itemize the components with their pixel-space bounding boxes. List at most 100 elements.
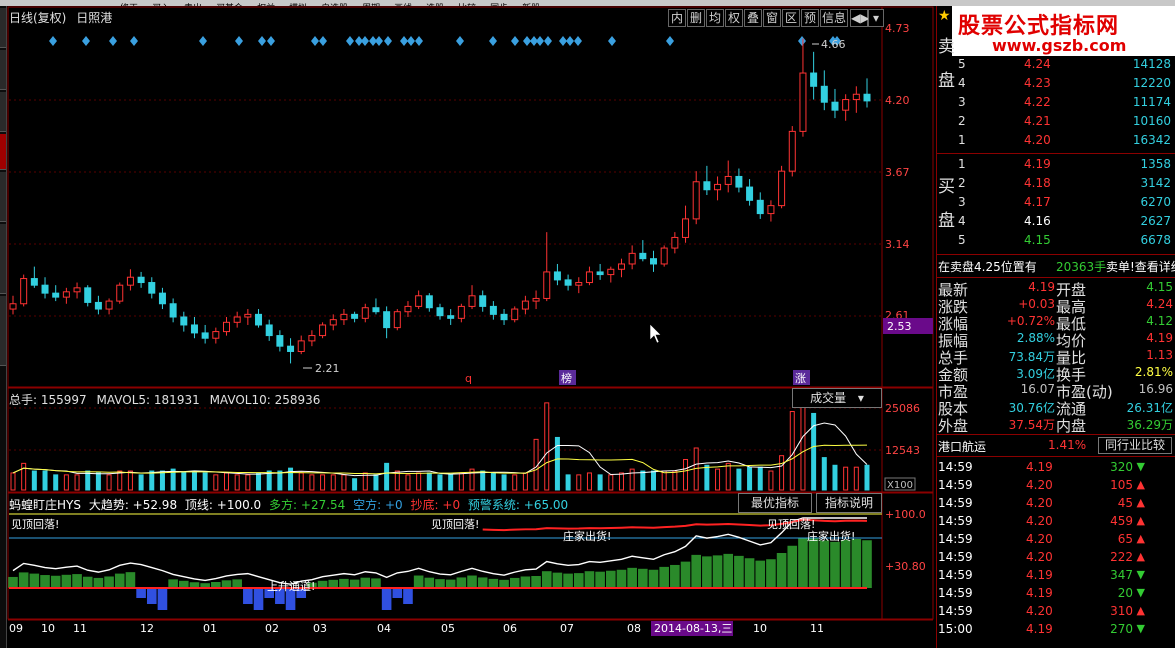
order-alert[interactable]: 在卖盘4.25位置有 20363手 卖单!查看详细 bbox=[936, 256, 1175, 275]
volume-bar bbox=[95, 472, 101, 491]
indicator-legend: 蚂蝗盯庄HYS 大趋势: +52.98 顶线: +100.0 多方: +27.5… bbox=[9, 496, 568, 513]
volume-bar bbox=[661, 470, 667, 491]
tick-time: 14:59 bbox=[938, 586, 973, 600]
strip-tab-4[interactable] bbox=[0, 172, 6, 222]
signal-diamond bbox=[384, 36, 392, 46]
marker-zhang: 涨 bbox=[795, 372, 806, 385]
toolbar-nav-icon[interactable]: ◀▶ bbox=[850, 9, 869, 27]
bid-level[interactable]: 5 4.15 6678 bbox=[936, 231, 1175, 250]
signal-diamond bbox=[523, 36, 531, 46]
date-label: 08 bbox=[627, 622, 641, 635]
date-label: 07 bbox=[560, 622, 574, 635]
price-axis: 4.73 4.20 3.67 3.14 2.61 bbox=[885, 22, 910, 322]
toolbar-button[interactable]: 预 bbox=[801, 9, 819, 27]
toolbar-button[interactable]: 删 bbox=[687, 9, 705, 27]
stats-divider bbox=[936, 277, 1175, 278]
left-tab-strip bbox=[0, 6, 7, 648]
signal-diamond bbox=[258, 36, 266, 46]
candle-body bbox=[852, 93, 860, 101]
toolbar-dropdown-icon[interactable]: ▾ bbox=[868, 9, 884, 27]
candle-body bbox=[126, 276, 134, 286]
strip-tab-3[interactable] bbox=[0, 92, 6, 132]
volume-bar bbox=[715, 468, 721, 491]
strip-tab-active[interactable] bbox=[0, 134, 6, 170]
volume-bar bbox=[458, 472, 464, 491]
volume-bar bbox=[106, 474, 112, 491]
stat-value: 2.88% bbox=[1016, 331, 1055, 345]
signal-diamond bbox=[415, 36, 423, 46]
tick-time: 14:59 bbox=[938, 478, 973, 492]
candle-body bbox=[116, 284, 124, 302]
stat-key: 外盘 bbox=[938, 417, 969, 435]
toolbar-button[interactable]: 窗 bbox=[763, 9, 781, 27]
level-price: 4.21 bbox=[1024, 114, 1051, 128]
toolbar-button[interactable]: 内 bbox=[668, 9, 686, 27]
bid-level[interactable]: 2 4.18 3142 bbox=[936, 174, 1175, 193]
candle-body bbox=[532, 297, 540, 302]
bid-level[interactable]: 3 4.17 6270 bbox=[936, 193, 1175, 212]
star-icon[interactable]: ★ bbox=[938, 8, 951, 24]
volume-bar bbox=[800, 399, 806, 491]
stat-row: 股本 30.76亿 流通 26.31亿 bbox=[936, 398, 1175, 418]
signal-diamond bbox=[109, 36, 117, 46]
indicator-help-button[interactable]: 指标说明 bbox=[816, 493, 882, 513]
strip-tab-2[interactable] bbox=[0, 50, 6, 90]
mouse-cursor-icon bbox=[649, 323, 662, 344]
sector-compare-button[interactable]: 同行业比较 bbox=[1098, 437, 1172, 454]
tick-row: 14:59 4.20 105 ▲ bbox=[936, 476, 1175, 494]
candle-body bbox=[799, 72, 807, 132]
volume-bar bbox=[629, 468, 635, 491]
strip-tab-5[interactable] bbox=[0, 224, 6, 294]
last-price-text: 2.53 bbox=[887, 320, 912, 333]
bid-level[interactable]: 4 4.16 2627 bbox=[936, 212, 1175, 231]
candle-body bbox=[479, 295, 487, 307]
toolbar-button[interactable]: 权 bbox=[725, 9, 743, 27]
volume-bar bbox=[320, 474, 326, 491]
volume-tick: 25086 bbox=[885, 402, 920, 415]
toolbar-button[interactable]: 信息 bbox=[820, 9, 848, 27]
volume-indicator-select[interactable]: 成交量 ▾ bbox=[792, 388, 882, 408]
toolbar-button[interactable]: 叠 bbox=[744, 9, 762, 27]
volume-bar bbox=[426, 472, 432, 491]
volume-bar bbox=[256, 472, 262, 491]
strip-tab-6[interactable] bbox=[0, 296, 6, 366]
chart-title: 日线(复权) 日照港 bbox=[9, 9, 112, 26]
ask-level[interactable]: 3 4.22 11174 bbox=[936, 93, 1175, 112]
best-indicator-button[interactable]: 最优指标 bbox=[738, 493, 812, 513]
strip-tab-1[interactable] bbox=[0, 8, 6, 48]
volume-bar bbox=[405, 474, 411, 491]
volume-bar bbox=[149, 470, 155, 491]
signal-diamond bbox=[361, 36, 369, 46]
signal-diamond bbox=[375, 36, 383, 46]
kline-chart-area[interactable]: 4.66 2.21 4.73 4.20 3.67 3.14 2.61 2.53 … bbox=[7, 6, 935, 648]
ask-level[interactable]: 1 4.20 16342 bbox=[936, 131, 1175, 150]
stat-value: 4.15 bbox=[1146, 280, 1173, 294]
volume-bar bbox=[640, 470, 646, 491]
toolbar-button[interactable]: 均 bbox=[706, 9, 724, 27]
tick-volume: 310 bbox=[1110, 604, 1133, 618]
candle-body bbox=[287, 345, 295, 352]
ask-level[interactable]: 2 4.21 10160 bbox=[936, 112, 1175, 131]
signal-diamond bbox=[511, 36, 519, 46]
logo-url: www.gszb.com bbox=[992, 36, 1127, 55]
candle-body bbox=[639, 252, 647, 260]
volume-legend: 总手: 155997 MAVOL5: 181931 MAVOL10: 25893… bbox=[9, 391, 320, 408]
order-tail: 卖单!查看详细 bbox=[1106, 260, 1175, 274]
signal-diamond bbox=[199, 36, 207, 46]
stat-value: 16.96 bbox=[1138, 382, 1173, 396]
signal-diamond bbox=[49, 36, 57, 46]
stat-key: 内盘 bbox=[1056, 417, 1087, 435]
ask-level[interactable]: 4 4.23 12220 bbox=[936, 74, 1175, 93]
bid-level[interactable]: 1 4.19 1358 bbox=[936, 155, 1175, 174]
stat-value: 4.24 bbox=[1146, 297, 1173, 311]
toolbar-button[interactable]: 区 bbox=[782, 9, 800, 27]
volume-bar bbox=[117, 470, 123, 491]
ask-level[interactable]: 5 4.24 14128 bbox=[936, 55, 1175, 74]
candle-body bbox=[778, 170, 786, 207]
tick-volume: 320 bbox=[1110, 460, 1133, 474]
arrow-up-icon: ▲ bbox=[1136, 604, 1145, 617]
volume-bar bbox=[384, 462, 390, 491]
stat-value: 4.19 bbox=[1146, 331, 1173, 345]
stat-row: 总手 73.84万 量比 1.13 bbox=[936, 347, 1175, 367]
date-label: 05 bbox=[441, 622, 455, 635]
